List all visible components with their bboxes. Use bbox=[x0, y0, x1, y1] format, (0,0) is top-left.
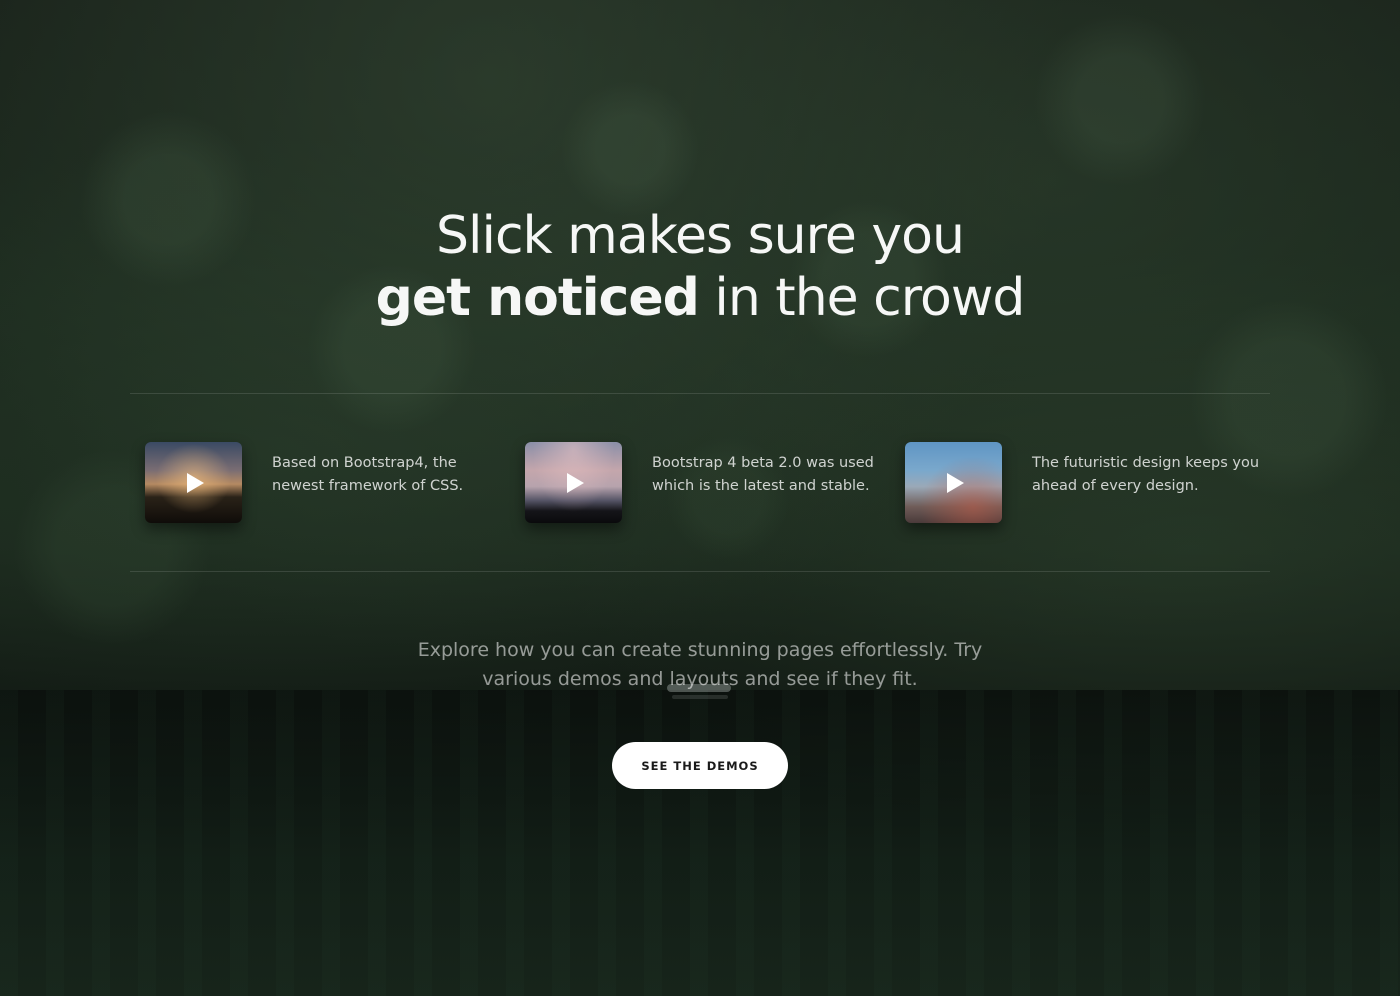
bottom-divider bbox=[130, 571, 1270, 572]
play-icon[interactable] bbox=[566, 472, 584, 493]
boat-reflection bbox=[672, 695, 728, 699]
video-thumbnail-3[interactable] bbox=[905, 442, 1002, 523]
play-icon[interactable] bbox=[186, 472, 204, 493]
hero-section: Slick makes sure you get noticed in the … bbox=[0, 0, 1400, 996]
feature-text-3: The futuristic design keeps you ahead of… bbox=[1032, 455, 1260, 494]
feature-item-2: Bootstrap 4 beta 2.0 was used which is t… bbox=[525, 442, 885, 524]
feature-text-1: Based on Bootstrap4, the newest framewor… bbox=[272, 455, 464, 494]
play-icon[interactable] bbox=[946, 472, 964, 493]
see-the-demos-button[interactable]: SEE THE DEMOS bbox=[612, 742, 788, 789]
lake-background bbox=[0, 690, 1400, 996]
video-thumbnail-2[interactable] bbox=[525, 442, 622, 523]
features-row: Based on Bootstrap4, the newest framewor… bbox=[145, 442, 1275, 524]
top-divider bbox=[130, 393, 1270, 394]
headline-line-2: get noticed in the crowd bbox=[0, 267, 1400, 329]
headline-line-2-rest: in the crowd bbox=[698, 268, 1025, 328]
video-thumbnail-1[interactable] bbox=[145, 442, 242, 523]
feature-text-2: Bootstrap 4 beta 2.0 was used which is t… bbox=[652, 455, 874, 494]
feature-item-1: Based on Bootstrap4, the newest framewor… bbox=[145, 442, 505, 524]
feature-item-3: The futuristic design keeps you ahead of… bbox=[905, 442, 1265, 524]
explore-description: Explore how you can create stunning page… bbox=[417, 639, 983, 690]
headline-line-1: Slick makes sure you bbox=[436, 206, 965, 266]
headline-emphasis: get noticed bbox=[375, 268, 700, 328]
hero-headline: Slick makes sure you get noticed in the … bbox=[0, 205, 1400, 329]
